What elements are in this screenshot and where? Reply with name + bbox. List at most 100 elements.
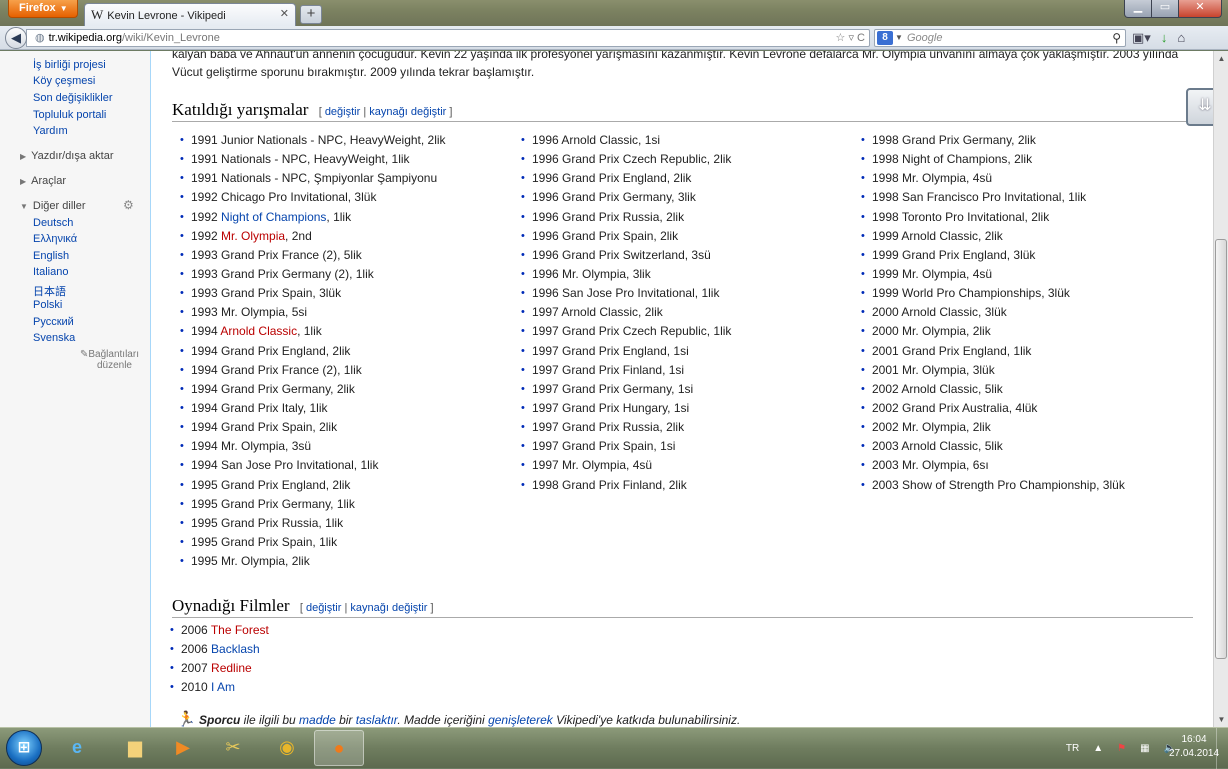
edit-source-link[interactable]: kaynağı değiştir — [369, 106, 446, 118]
edit-bracket: ] — [430, 602, 434, 614]
edit-source-link[interactable]: kaynağı değiştir — [350, 602, 427, 614]
downloads-arrow-icon[interactable]: ↓ — [1161, 29, 1168, 47]
competition-item: 1998 Night of Champions, 2lik — [853, 150, 1125, 169]
language-link-deutsch[interactable]: Deutsch — [33, 217, 73, 229]
list-item-text: 1996 Grand Prix Czech Republic, 2lik — [532, 152, 732, 167]
list-item-text: 1999 Mr. Olympia, 4sü — [872, 266, 993, 281]
taskbar-app-tools[interactable]: ✂ — [208, 730, 258, 766]
taskbar-file-explorer[interactable]: ▆ — [110, 730, 160, 766]
new-tab-button[interactable]: + — [300, 5, 322, 24]
minimize-button[interactable]: ▁ — [1124, 0, 1152, 18]
competition-item: 1998 Mr. Olympia, 4sü — [853, 169, 1125, 188]
article-link[interactable]: Night of Champions — [221, 210, 326, 224]
network-icon[interactable]: ▦ — [1140, 743, 1149, 754]
close-window-button[interactable]: ✕ — [1178, 0, 1222, 18]
bookmark-star-icon[interactable]: ☆ — [836, 32, 846, 44]
scroll-up-arrow-icon[interactable]: ▲ — [1214, 51, 1228, 66]
language-link-english[interactable]: English — [33, 250, 69, 262]
competition-item: 1994 Mr. Olympia, 3sü — [172, 437, 446, 456]
language-link-greek[interactable]: Ελληνικά — [33, 233, 77, 245]
search-magnifier-icon[interactable]: ⚲ — [1112, 30, 1121, 46]
stub-link-genisletme[interactable]: genişleterek — [488, 713, 553, 727]
start-button[interactable]: ⊞ — [6, 730, 42, 766]
globe-icon: ◍ — [35, 32, 45, 44]
taskbar-firefox[interactable]: ● — [314, 730, 364, 766]
history-dropdown-icon[interactable]: ▿ — [848, 32, 854, 44]
triangle-right-icon: ▶ — [20, 152, 27, 161]
vertical-scrollbar[interactable]: ▲ ▼ — [1213, 51, 1228, 727]
show-hidden-icons-icon[interactable]: ▲ — [1093, 743, 1103, 754]
list-item-text: 1992 — [191, 209, 222, 224]
maximize-button[interactable]: ▭ — [1151, 0, 1179, 18]
article-link[interactable]: The Forest — [211, 623, 269, 637]
article-link[interactable]: Redline — [211, 661, 252, 675]
gear-icon[interactable]: ⚙ — [123, 198, 134, 212]
language-link-polski[interactable]: Polski — [33, 299, 62, 311]
scroll-down-arrow-icon[interactable]: ▼ — [1214, 712, 1228, 727]
list-item-text: 1998 Mr. Olympia, 4sü — [872, 171, 993, 186]
edit-interlanguage-links[interactable]: ✎Bağlantıları düzenle — [80, 349, 139, 371]
close-tab-icon[interactable]: ✕ — [280, 4, 289, 25]
sidebar-link-son-degisiklikler[interactable]: Son değişiklikler — [33, 92, 112, 104]
competition-item: 1997 Arnold Classic, 2lik — [513, 303, 731, 322]
taskbar-media-player[interactable]: ▶ — [158, 730, 208, 766]
sidebar-link-koy-cesmesi[interactable]: Köy çeşmesi — [33, 75, 95, 87]
taskbar-chrome[interactable]: ◉ — [262, 730, 312, 766]
tab-title: Kevin Levrone - Vikipedi — [107, 10, 226, 22]
sidebar-section-tools[interactable]: ▶ Araçlar — [20, 175, 66, 187]
taskbar-internet-explorer[interactable]: e — [52, 730, 102, 766]
stub-link-taslak[interactable]: taslaktır — [356, 713, 398, 727]
engine-dropdown-icon[interactable]: ▼ — [895, 30, 903, 46]
system-clock[interactable]: 16:04 27.04.2014 — [1166, 733, 1222, 761]
reload-icon[interactable]: C — [857, 32, 865, 44]
back-button[interactable]: ◀ — [5, 27, 27, 49]
article-link[interactable]: I Am — [211, 680, 235, 694]
language-indicator[interactable]: TR — [1066, 743, 1079, 754]
sidebar-link-is-birligi[interactable]: İş birliği projesi — [33, 59, 106, 71]
stub-link-madde[interactable]: madde — [299, 713, 336, 727]
competition-item: 1996 Grand Prix England, 2lik — [513, 169, 731, 188]
page-viewport: İş birliği projesi Köy çeşmesi Son değiş… — [0, 51, 1213, 727]
language-link-italiano[interactable]: Italiano — [33, 266, 68, 278]
search-bar[interactable]: 8 ▼ Google ⚲ — [874, 29, 1126, 47]
list-item-text: 2003 Mr. Olympia, 6sı — [872, 458, 989, 473]
google-engine-icon[interactable]: 8 — [877, 31, 893, 45]
article-link[interactable]: Mr. Olympia — [221, 229, 285, 243]
competition-item: 1995 Grand Prix Spain, 1lik — [172, 533, 446, 552]
competition-item: 1995 Grand Prix Germany, 1lik — [172, 495, 446, 514]
article-link[interactable]: Arnold Classic — [220, 324, 297, 338]
list-item-text: 1998 Grand Prix Finland, 2lik — [532, 477, 687, 492]
internet-explorer-icon: e — [71, 737, 82, 757]
show-desktop-button[interactable] — [1216, 728, 1228, 769]
firefox-menu-button[interactable]: Firefox ▼ — [8, 0, 78, 18]
windows-taskbar: ⊞ e ▆ ▶ ✂ ◉ ● TR ▲ ⚑ ▦ 🔈 16:04 27.04.201… — [0, 727, 1228, 769]
sidebar-section-languages[interactable]: ▼ Diğer diller — [20, 200, 86, 212]
article-paragraph-line: Vücut geliştirme sporunu bırakmıştır. 20… — [172, 65, 535, 79]
folder-icon: ▆ — [128, 737, 142, 757]
edit-section-link[interactable]: değiştir — [325, 106, 360, 118]
url-bar[interactable]: ◍ tr.wikipedia.org/wiki/Kevin_Levrone ☆ ▿… — [26, 29, 870, 47]
bookmarks-menu-icon[interactable]: ▣▾ — [1132, 29, 1151, 47]
competition-item: 1998 Grand Prix Germany, 2lik — [853, 131, 1125, 150]
home-icon[interactable]: ⌂ — [1177, 29, 1185, 47]
article-link[interactable]: Backlash — [211, 642, 260, 656]
sidebar-section-print[interactable]: ▶ Yazdır/dışa aktar — [20, 150, 114, 162]
competition-item: 1992 Night of Champions, 1lik — [172, 208, 446, 227]
edit-section-links: [ değiştir | kaynağı değiştir ] — [319, 106, 453, 118]
title-bar: Firefox ▼ W Kevin Levrone - Vikipedi ✕ + ▁… — [0, 0, 1228, 26]
tab-kevin-levrone[interactable]: W Kevin Levrone - Vikipedi ✕ — [84, 3, 296, 26]
language-link-svenska[interactable]: Svenska — [33, 332, 75, 344]
stub-text: . Madde içeriğini — [397, 713, 489, 727]
list-item-text: 1994 Mr. Olympia, 3sü — [191, 439, 312, 454]
scrollbar-thumb[interactable] — [1215, 239, 1227, 659]
language-link-russian[interactable]: Русский — [33, 316, 74, 328]
edit-section-link[interactable]: değiştir — [306, 602, 341, 614]
action-center-flag-icon[interactable]: ⚑ — [1117, 743, 1126, 754]
sidebar-link-yardim[interactable]: Yardım — [33, 125, 68, 137]
competitions-list: 1991 Junior Nationals - NPC, HeavyWeight… — [172, 131, 1193, 581]
list-item-text: , 1lik — [297, 324, 322, 339]
film-item: 2007 Redline — [162, 659, 269, 678]
language-link-japanese[interactable]: 日本語 — [33, 283, 66, 299]
competitions-column-1: 1991 Junior Nationals - NPC, HeavyWeight… — [172, 131, 446, 571]
sidebar-link-topluluk-portali[interactable]: Topluluk portali — [33, 109, 106, 121]
